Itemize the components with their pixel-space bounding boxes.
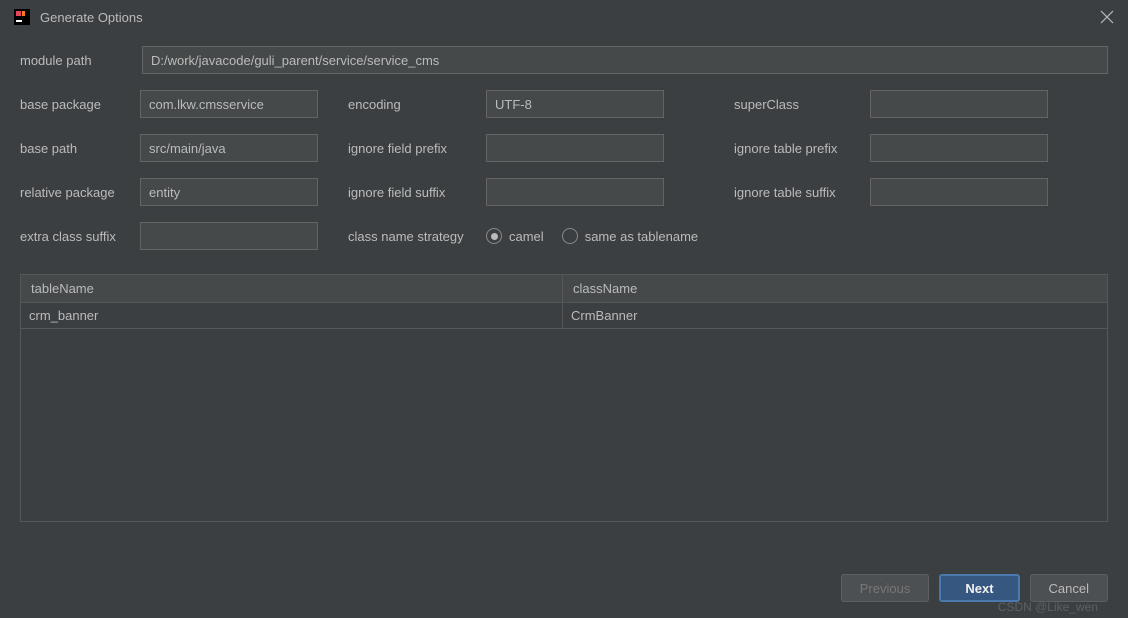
label-relative-package: relative package <box>20 185 130 200</box>
label-extra-class-suffix: extra class suffix <box>20 229 130 244</box>
app-icon <box>14 9 30 25</box>
header-tablename[interactable]: tableName <box>21 275 563 302</box>
table-header: tableName className <box>21 275 1107 303</box>
titlebar: Generate Options <box>0 0 1128 34</box>
class-name-strategy-radio-group: camel same as tablename <box>486 228 698 244</box>
titlebar-left: Generate Options <box>14 9 143 25</box>
label-ignore-field-prefix: ignore field prefix <box>348 141 476 156</box>
watermark: CSDN @Like_wen <box>998 600 1098 614</box>
label-ignore-table-prefix: ignore table prefix <box>734 141 860 156</box>
module-path-input[interactable] <box>142 46 1108 74</box>
row-module-path: module path <box>20 46 1108 74</box>
footer-buttons: Previous Next Cancel <box>841 574 1108 602</box>
radio-circle-checked-icon <box>486 228 502 244</box>
extra-class-suffix-input[interactable] <box>140 222 318 250</box>
mapping-table: tableName className crm_banner CrmBanner <box>20 274 1108 522</box>
super-class-input[interactable] <box>870 90 1048 118</box>
label-encoding: encoding <box>348 97 476 112</box>
label-ignore-field-suffix: ignore field suffix <box>348 185 476 200</box>
previous-button[interactable]: Previous <box>841 574 930 602</box>
base-path-input[interactable] <box>140 134 318 162</box>
cell-tablename: crm_banner <box>21 303 563 328</box>
label-base-path: base path <box>20 141 130 156</box>
close-icon[interactable] <box>1100 10 1114 24</box>
radio-same-label: same as tablename <box>585 229 698 244</box>
ignore-field-prefix-input[interactable] <box>486 134 664 162</box>
radio-circle-icon <box>562 228 578 244</box>
form-area: module path base package encoding superC… <box>0 34 1128 274</box>
label-ignore-table-suffix: ignore table suffix <box>734 185 860 200</box>
table-row[interactable]: crm_banner CrmBanner <box>21 303 1107 329</box>
label-super-class: superClass <box>734 97 860 112</box>
next-button[interactable]: Next <box>939 574 1019 602</box>
relative-package-input[interactable] <box>140 178 318 206</box>
radio-camel-label: camel <box>509 229 544 244</box>
ignore-table-suffix-input[interactable] <box>870 178 1048 206</box>
row-5: extra class suffix class name strategy c… <box>20 222 1108 250</box>
label-base-package: base package <box>20 97 130 112</box>
row-2: base package encoding superClass <box>20 90 1108 118</box>
row-4: relative package ignore field suffix ign… <box>20 178 1108 206</box>
row-3: base path ignore field prefix ignore tab… <box>20 134 1108 162</box>
label-class-name-strategy: class name strategy <box>348 229 476 244</box>
cell-classname: CrmBanner <box>563 303 1107 328</box>
radio-camel[interactable]: camel <box>486 228 544 244</box>
base-package-input[interactable] <box>140 90 318 118</box>
cancel-button[interactable]: Cancel <box>1030 574 1108 602</box>
radio-same-as-tablename[interactable]: same as tablename <box>562 228 698 244</box>
label-module-path: module path <box>20 53 130 68</box>
window-title: Generate Options <box>40 10 143 25</box>
encoding-input[interactable] <box>486 90 664 118</box>
ignore-table-prefix-input[interactable] <box>870 134 1048 162</box>
ignore-field-suffix-input[interactable] <box>486 178 664 206</box>
header-classname[interactable]: className <box>563 275 1107 302</box>
